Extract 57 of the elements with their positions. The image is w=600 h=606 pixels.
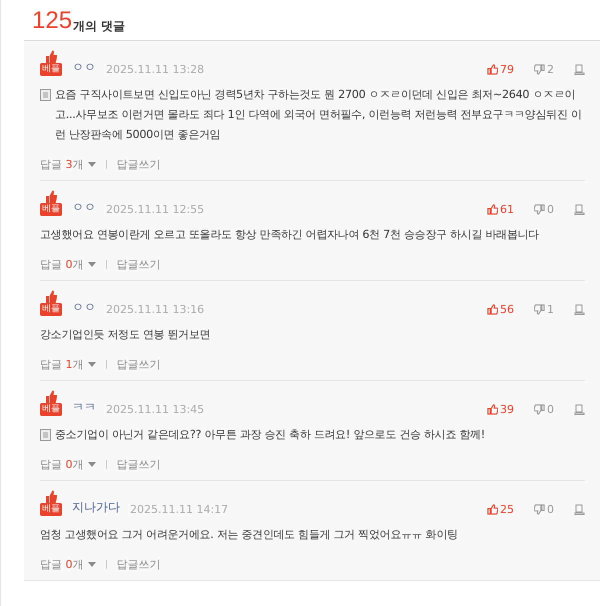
report-icon[interactable] (574, 204, 585, 215)
report-icon[interactable] (574, 64, 585, 75)
caret-icon[interactable] (88, 462, 96, 467)
thumbs-down-icon[interactable] (534, 404, 545, 415)
replies-toggle[interactable]: 답글 3개 (40, 157, 84, 172)
dislike-count: 2 (547, 63, 554, 76)
caret-icon[interactable] (88, 262, 96, 267)
dislike-count: 1 (547, 303, 554, 316)
report-icon[interactable] (574, 404, 585, 415)
replies-toggle[interactable]: 답글 0개 (40, 557, 84, 572)
dislike-count: 0 (547, 403, 554, 416)
comment-date: 2025.11.11 13:16 (106, 303, 204, 316)
comments-heading: 개의 댓글 (73, 18, 126, 34)
author-name[interactable]: ㅋㅋ (72, 399, 96, 416)
thumbs-down-icon[interactable] (534, 204, 545, 215)
like-count: 39 (500, 403, 514, 416)
comment-count: 125 (32, 8, 72, 34)
replies-toggle[interactable]: 답글 0개 (40, 457, 84, 472)
comment-date: 2025.11.11 14:17 (130, 503, 228, 516)
author-name[interactable]: ㅇㅇ (72, 59, 96, 76)
comment-text: 강소기업인듯 저정도 연봉 뛴거보면 (40, 327, 210, 343)
dislike-count: 0 (547, 503, 554, 516)
like-count: 79 (500, 63, 514, 76)
comment-text: 고생했어요 연봉이란게 오르고 또올라도 항상 만족하긴 어렵자나여 6천 7천 승승장구 하시길 바래봅니다 (40, 227, 539, 243)
thumbs-up-icon[interactable] (487, 504, 498, 515)
thumbs-up-icon[interactable] (487, 204, 498, 215)
author-name[interactable]: ㅇㅇ (72, 299, 96, 316)
write-reply-link[interactable]: 답글쓰기 (116, 257, 160, 272)
comment-text: 엄청 고생했어요 그거 어려운거에요. 저는 중견인데도 힘들게 그거 찍었어요ㅠㅠ 화이팅 (40, 527, 458, 543)
thumbs-up-icon[interactable] (487, 64, 498, 75)
thumbs-up-icon[interactable] (487, 304, 498, 315)
report-icon[interactable] (574, 304, 585, 315)
comment-date: 2025.11.11 13:45 (106, 403, 204, 416)
caret-icon[interactable] (88, 362, 96, 367)
dislike-count: 0 (547, 203, 554, 216)
replies-toggle[interactable]: 답글 1개 (40, 357, 84, 372)
thumbs-down-icon[interactable] (534, 504, 545, 515)
thumbs-down-icon[interactable] (534, 304, 545, 315)
author-name[interactable]: 지나가다 (72, 499, 120, 516)
like-count: 25 (500, 503, 514, 516)
thumbs-up-icon[interactable] (487, 404, 498, 415)
caret-icon[interactable] (88, 562, 96, 567)
write-reply-link[interactable]: 답글쓰기 (116, 157, 160, 172)
comment-text: 중소기업이 아닌거 같은데요?? 아무튼 과장 승진 축하 드려요! 앞으로도 건승 하시죠 함께! (55, 427, 485, 443)
thumbs-down-icon[interactable] (534, 64, 545, 75)
replies-toggle[interactable]: 답글 0개 (40, 257, 84, 272)
write-reply-link[interactable]: 답글쓰기 (116, 457, 160, 472)
report-icon[interactable] (574, 504, 585, 515)
write-reply-link[interactable]: 답글쓰기 (116, 557, 160, 572)
write-reply-link[interactable]: 답글쓰기 (116, 357, 160, 372)
caret-icon[interactable] (88, 162, 96, 167)
like-count: 61 (500, 203, 514, 216)
comment-date: 2025.11.11 12:55 (106, 203, 204, 216)
like-count: 56 (500, 303, 514, 316)
comment-date: 2025.11.11 13:28 (106, 63, 204, 76)
comment-text: 요즘 구직사이트보면 신입도아닌 경력5년차 구하는것도 뭔 2700 ㅇㅈㄹ이던데 신입은 최저~2640 ㅇㅈㄹ이고...사무보조 이런거면 몰라도 죄다 1인 다역에 외국어 면허필수, 이런능력 저런능력 전부요구ㅋㅋ양심뒤진 이런 난장판속에 5000이면 좋은거임 (55, 87, 582, 143)
author-name[interactable]: ㅇㅇ (72, 199, 96, 216)
